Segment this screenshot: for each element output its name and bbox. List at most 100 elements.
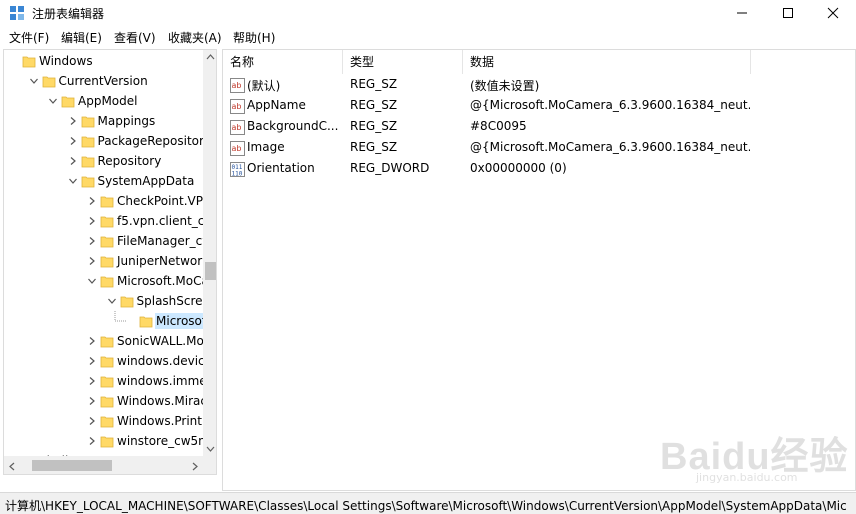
maximize-button[interactable] xyxy=(765,0,811,26)
expanded-chevron-icon[interactable] xyxy=(68,177,77,185)
tree-item-label: Windows.Miraca xyxy=(117,394,215,408)
value-row[interactable]: ab AppName REG_SZ @{Microsoft.MoCamera_6.3.… xyxy=(223,96,855,117)
value-name-cell: Image xyxy=(247,140,285,154)
tree-item[interactable]: SplashScreen xyxy=(4,291,216,311)
collapsed-chevron-icon[interactable] xyxy=(88,357,96,365)
tree-item[interactable]: Windows.Miraca xyxy=(4,391,214,411)
tree-vertical-scrollbar[interactable] xyxy=(203,50,216,456)
folder-icon xyxy=(81,116,94,128)
folder-icon xyxy=(100,196,114,208)
value-name-cell: (默认) xyxy=(247,79,281,93)
collapsed-chevron-icon[interactable] xyxy=(88,397,96,405)
value-data-cell: @{Microsoft.MoCamera_6.3.9600.16384_neut… xyxy=(470,98,750,112)
menu-view[interactable]: 查看(V) xyxy=(112,29,158,46)
collapsed-chevron-icon[interactable] xyxy=(69,157,77,165)
value-data-cell: (数值未设置) xyxy=(470,79,540,93)
tree-item-label: AppModel xyxy=(78,94,138,108)
tree-item[interactable]: windows.immers xyxy=(4,371,216,391)
tree-item[interactable]: PackageRepository xyxy=(4,131,211,151)
tree-item[interactable]: SonicWALL.Mob xyxy=(4,331,211,351)
tree-item-label: winstore_cw5n1h xyxy=(117,434,217,448)
string-value-icon: ab xyxy=(230,120,245,135)
svg-text:ab: ab xyxy=(232,123,242,132)
collapsed-chevron-icon[interactable] xyxy=(88,217,96,225)
tree-item[interactable]: f5.vpn.client_cw5 xyxy=(4,211,216,231)
dword-value-icon: 011110 xyxy=(230,162,245,177)
registry-tree[interactable]: Windows CurrentVersion AppModel Mappings Pac… xyxy=(3,49,217,475)
value-data-cell: 0x00000000 (0) xyxy=(470,161,567,175)
tree-item[interactable]: SystemAppData xyxy=(4,171,203,191)
folder-icon xyxy=(22,56,36,68)
collapsed-chevron-icon[interactable] xyxy=(88,337,96,345)
folder-icon xyxy=(100,336,114,348)
column-header-data[interactable]: 数据 xyxy=(463,50,751,74)
tree-vertical-scroll-thumb[interactable] xyxy=(205,262,216,280)
column-header-name[interactable]: 名称 xyxy=(223,50,343,74)
collapsed-chevron-icon[interactable] xyxy=(88,257,96,265)
menu-help[interactable]: 帮助(H) xyxy=(231,29,277,46)
expanded-chevron-icon[interactable] xyxy=(107,297,116,305)
value-type-cell: REG_SZ xyxy=(350,98,398,112)
collapsed-chevron-icon[interactable] xyxy=(69,117,77,125)
expanded-chevron-icon[interactable] xyxy=(49,97,57,105)
value-name-cell: Orientation xyxy=(247,161,315,175)
tree-item[interactable]: CheckPoint.VPN_ xyxy=(4,191,216,211)
menu-favorites[interactable]: 收藏夹(A) xyxy=(166,29,224,46)
svg-text:ab: ab xyxy=(232,144,242,153)
collapsed-chevron-icon[interactable] xyxy=(88,417,96,425)
scroll-down-icon[interactable] xyxy=(206,446,215,452)
menu-edit[interactable]: 编辑(E) xyxy=(59,29,104,46)
collapsed-chevron-icon[interactable] xyxy=(88,437,96,445)
value-name-cell: BackgroundC... xyxy=(247,119,339,133)
menu-file[interactable]: 文件(F) xyxy=(7,29,51,46)
tree-item[interactable]: Microsoft xyxy=(4,311,212,331)
close-button[interactable] xyxy=(810,0,856,26)
tree-item[interactable]: Microsoft.MoCa xyxy=(4,271,209,291)
svg-text:ab: ab xyxy=(232,81,242,90)
tree-item[interactable]: JuniperNetworks xyxy=(4,251,215,271)
status-path: 计算机\HKEY_LOCAL_MACHINE\SOFTWARE\Classes\… xyxy=(5,499,847,513)
value-row[interactable]: ab Image REG_SZ @{Microsoft.MoCamera_6.3.96… xyxy=(223,138,855,159)
tree-item[interactable]: Repository xyxy=(4,151,203,171)
expanded-chevron-icon[interactable] xyxy=(88,277,96,285)
minimize-button[interactable] xyxy=(719,0,765,26)
column-header-type[interactable]: 类型 xyxy=(343,50,463,74)
tree-item[interactable]: Mappings xyxy=(4,111,203,131)
maximize-icon xyxy=(783,8,793,18)
expanded-chevron-icon[interactable] xyxy=(29,77,38,85)
value-row[interactable]: 011 110 Orientation REG_DWORD 0x00000000 (0) xyxy=(223,159,855,180)
title-bar: 注册表编辑器 xyxy=(0,0,856,26)
tree-item-label: f5.vpn.client_cw5 xyxy=(117,214,217,228)
tree-item[interactable]: Windows xyxy=(4,51,203,71)
close-icon xyxy=(827,7,839,19)
value-row[interactable]: ab (默认) REG_SZ (数值未设置) xyxy=(223,75,855,96)
scrollbar-corner xyxy=(203,456,216,474)
scroll-up-icon[interactable] xyxy=(206,54,215,60)
tree-item[interactable]: winstore_cw5n1h xyxy=(4,431,216,451)
value-data-cell: @{Microsoft.MoCamera_6.3.9600.16384_neut… xyxy=(470,140,750,154)
string-value-icon: ab xyxy=(230,78,245,93)
tree-item-label: PackageRepository xyxy=(97,134,212,148)
menu-bar: 文件(F) 编辑(E) 查看(V) 收藏夹(A) 帮助(H) xyxy=(0,27,856,47)
collapsed-chevron-icon[interactable] xyxy=(88,197,96,205)
tree-horizontal-scroll-thumb[interactable] xyxy=(32,460,112,471)
tree-item-label: JuniperNetworks xyxy=(117,254,216,268)
collapsed-chevron-icon[interactable] xyxy=(69,137,77,145)
value-row[interactable]: ab BackgroundC... REG_SZ #8C0095 xyxy=(223,117,855,138)
value-data-cell: #8C0095 xyxy=(470,119,527,133)
scroll-left-icon[interactable] xyxy=(9,462,15,471)
tree-item[interactable]: windows.devices xyxy=(4,351,216,371)
folder-icon xyxy=(139,316,153,328)
tree-item[interactable]: CurrentVersion xyxy=(4,71,203,91)
tree-item[interactable]: AppModel xyxy=(4,91,203,111)
tree-horizontal-scrollbar[interactable] xyxy=(4,456,216,474)
tree-item[interactable]: FileManager_cw5 xyxy=(4,231,216,251)
value-type-cell: REG_SZ xyxy=(350,119,398,133)
tree-item-label: Repository xyxy=(97,154,162,168)
scroll-right-icon[interactable] xyxy=(192,462,198,471)
tree-item[interactable]: Windows.PrintDi xyxy=(4,411,215,431)
collapsed-chevron-icon[interactable] xyxy=(88,237,96,245)
svg-text:ab: ab xyxy=(232,102,242,111)
folder-icon xyxy=(100,276,114,288)
collapsed-chevron-icon[interactable] xyxy=(88,377,96,385)
